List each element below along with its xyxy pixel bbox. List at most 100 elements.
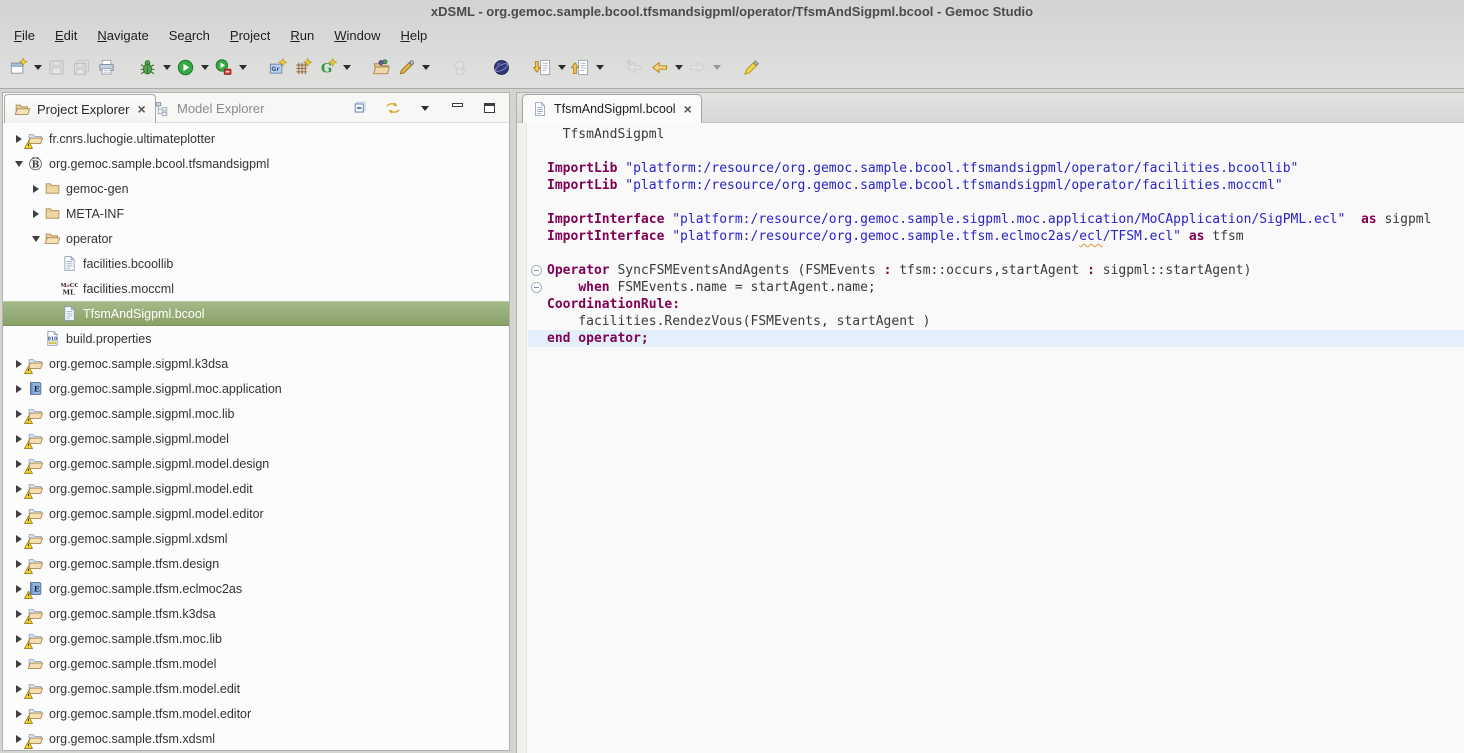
next-annotation-button[interactable] — [530, 55, 555, 80]
chevron-right-icon[interactable] — [16, 710, 22, 718]
previous-annotation-dropdown[interactable] — [593, 55, 606, 80]
collapse-all-icon — [352, 99, 370, 117]
back-button[interactable] — [647, 55, 672, 80]
new-grid-diagram-button[interactable] — [290, 55, 315, 80]
chevron-right-icon[interactable] — [16, 610, 22, 618]
tree-item[interactable]: org.gemoc.sample.bcool.tfsmandsigpml — [3, 151, 509, 176]
run-external-tools-button[interactable] — [211, 55, 236, 80]
menu-help[interactable]: Help — [390, 25, 437, 46]
run-external-tools-icon — [214, 58, 233, 77]
new-gemoc-element-dropdown[interactable] — [340, 55, 353, 80]
chevron-right-icon[interactable] — [33, 185, 39, 193]
chevron-down-icon[interactable] — [15, 161, 23, 167]
warning-overlay-icon — [24, 415, 33, 424]
tree-item[interactable]: org.gemoc.sample.tfsm.model.editor — [3, 701, 509, 726]
tree-item[interactable]: org.gemoc.sample.sigpml.xdsml — [3, 526, 509, 551]
tree-item[interactable]: META-INF — [3, 201, 509, 226]
next-annotation-dropdown[interactable] — [555, 55, 568, 80]
menu-run[interactable]: Run — [280, 25, 324, 46]
tree-item[interactable]: org.gemoc.sample.tfsm.k3dsa — [3, 601, 509, 626]
editor-body[interactable]: TfsmAndSigpmlImportLib "platform:/resour… — [517, 123, 1464, 753]
highlight-button[interactable] — [739, 55, 764, 80]
tree-item[interactable]: org.gemoc.sample.sigpml.moc.lib — [3, 401, 509, 426]
chevron-right-icon[interactable] — [16, 535, 22, 543]
maximize-button[interactable] — [479, 98, 499, 118]
chevron-down-icon[interactable] — [32, 236, 40, 242]
menu-edit[interactable]: Edit — [45, 25, 87, 46]
toolbar-group — [448, 55, 473, 80]
debug-dropdown[interactable] — [160, 55, 173, 80]
menu-search[interactable]: Search — [159, 25, 220, 46]
tree-item[interactable]: org.gemoc.sample.sigpml.model.design — [3, 451, 509, 476]
chevron-right-icon[interactable] — [16, 635, 22, 643]
mark-element-button[interactable] — [394, 55, 419, 80]
chevron-right-icon[interactable] — [16, 685, 22, 693]
menu-file[interactable]: File — [4, 25, 45, 46]
chevron-right-icon[interactable] — [16, 660, 22, 668]
code-text[interactable]: TfsmAndSigpmlImportLib "platform:/resour… — [547, 126, 1464, 347]
tree-item[interactable]: org.gemoc.sample.tfsm.model — [3, 651, 509, 676]
tree-item[interactable]: TfsmAndSigpml.bcool — [3, 301, 509, 326]
tree-item[interactable]: build.properties — [3, 326, 509, 351]
tree-item[interactable]: org.gemoc.sample.tfsm.model.edit — [3, 676, 509, 701]
tree-item[interactable]: facilities.bcoollib — [3, 251, 509, 276]
tree-item[interactable]: org.gemoc.sample.sigpml.model — [3, 426, 509, 451]
menu-navigate[interactable]: Navigate — [87, 25, 158, 46]
tree-item[interactable]: org.gemoc.sample.tfsm.xdsml — [3, 726, 509, 750]
tab-model-explorer[interactable]: Model Explorer — [145, 94, 273, 123]
collapse-all-button[interactable] — [351, 98, 371, 118]
tree-item[interactable]: org.gemoc.sample.sigpml.k3dsa — [3, 351, 509, 376]
mark-element-dropdown[interactable] — [419, 55, 432, 80]
minimize-button[interactable] — [447, 98, 467, 118]
chevron-right-icon[interactable] — [16, 560, 22, 568]
chevron-right-icon[interactable] — [16, 435, 22, 443]
link-with-editor-button[interactable] — [383, 98, 403, 118]
new-wizard-button[interactable] — [6, 55, 31, 80]
print-button[interactable] — [94, 55, 119, 80]
chevron-right-icon[interactable] — [16, 485, 22, 493]
chevron-right-icon[interactable] — [16, 510, 22, 518]
editor-tab-tfsmandsigpml[interactable]: TfsmAndSigpml.bcool × — [522, 94, 702, 123]
minimize-icon — [452, 103, 463, 107]
close-icon[interactable]: × — [682, 101, 692, 117]
new-wizard-dropdown[interactable] — [31, 55, 44, 80]
tree-item[interactable]: org.gemoc.sample.tfsm.design — [3, 551, 509, 576]
view-menu-button[interactable] — [415, 98, 435, 118]
back-dropdown[interactable] — [672, 55, 685, 80]
tree-item[interactable]: operator — [3, 226, 509, 251]
open-import-button[interactable] — [369, 55, 394, 80]
tree-item[interactable]: org.gemoc.sample.tfsm.eclmoc2as — [3, 576, 509, 601]
run-button[interactable] — [173, 55, 198, 80]
tree-item[interactable]: fr.cnrs.luchogie.ultimateplotter — [3, 126, 509, 151]
chevron-right-icon[interactable] — [16, 135, 22, 143]
debug-button[interactable] — [135, 55, 160, 80]
code-line: ImportInterface "platform:/resource/org.… — [547, 228, 1464, 245]
open-web-browser-button[interactable] — [489, 55, 514, 80]
tree-item[interactable]: facilities.moccml — [3, 276, 509, 301]
previous-annotation-button[interactable] — [568, 55, 593, 80]
new-gemoc-element-button[interactable] — [315, 55, 340, 80]
bookE-icon — [27, 380, 44, 397]
chevron-right-icon[interactable] — [16, 585, 22, 593]
chevron-right-icon[interactable] — [16, 460, 22, 468]
chevron-right-icon[interactable] — [16, 360, 22, 368]
chevron-right-icon[interactable] — [16, 735, 22, 743]
run-dropdown[interactable] — [198, 55, 211, 80]
run-external-tools-dropdown[interactable] — [236, 55, 249, 80]
open-web-browser-icon — [492, 58, 511, 77]
tree-item[interactable]: org.gemoc.sample.sigpml.model.edit — [3, 476, 509, 501]
tab-project-explorer[interactable]: Project Explorer × — [4, 94, 156, 123]
code-line: ImportLib "platform:/resource/org.gemoc.… — [547, 177, 1464, 194]
tree-item[interactable]: org.gemoc.sample.tfsm.moc.lib — [3, 626, 509, 651]
chevron-right-icon[interactable] — [16, 410, 22, 418]
new-gemoc-project-button[interactable] — [265, 55, 290, 80]
tree-item[interactable]: org.gemoc.sample.sigpml.model.editor — [3, 501, 509, 526]
menu-window[interactable]: Window — [324, 25, 390, 46]
menu-project[interactable]: Project — [220, 25, 280, 46]
fold-collapse-icon[interactable] — [531, 282, 542, 293]
chevron-right-icon[interactable] — [33, 210, 39, 218]
fold-collapse-icon[interactable] — [531, 265, 542, 276]
tree-item[interactable]: org.gemoc.sample.sigpml.moc.application — [3, 376, 509, 401]
chevron-right-icon[interactable] — [16, 385, 22, 393]
tree-item[interactable]: gemoc-gen — [3, 176, 509, 201]
